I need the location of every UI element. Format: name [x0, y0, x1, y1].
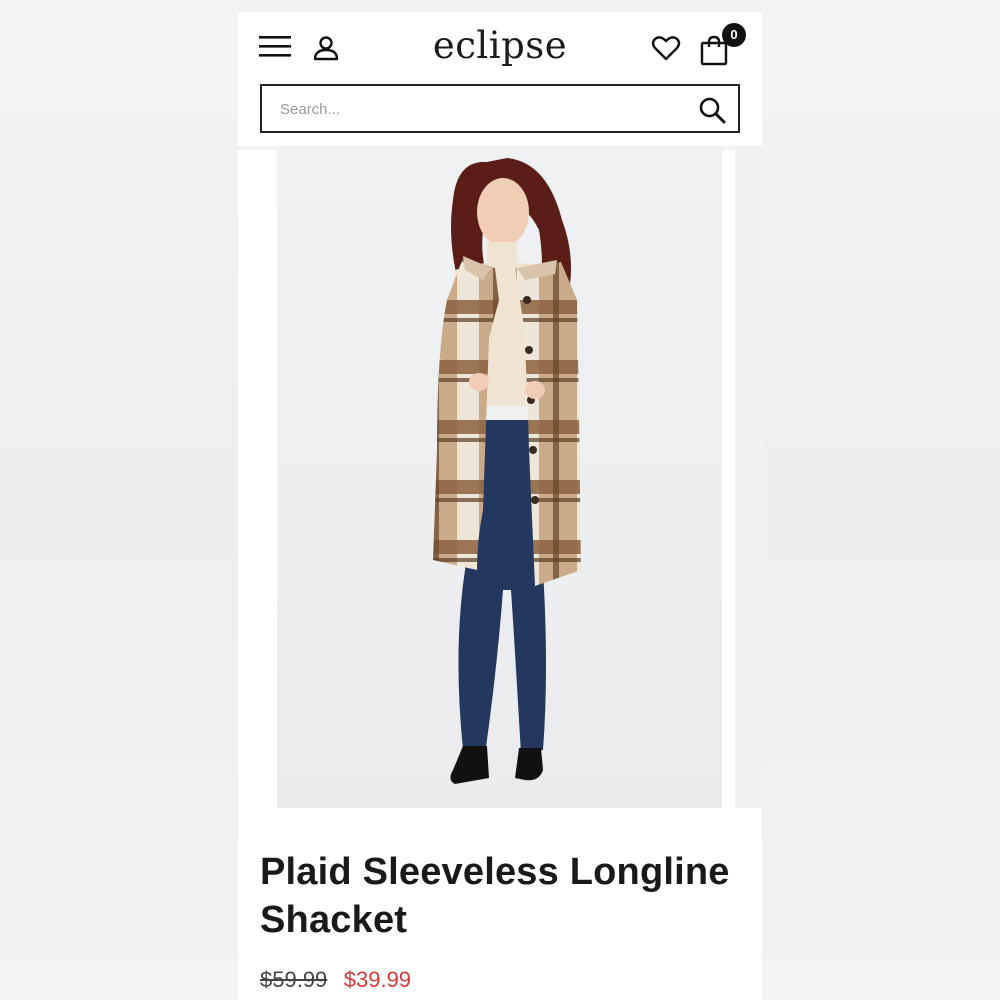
product-gallery[interactable] — [238, 150, 762, 812]
site-header: eclipse 0 — [238, 12, 762, 133]
previous-image-peek[interactable] — [238, 150, 276, 808]
background-left — [0, 0, 238, 1000]
search-input[interactable] — [280, 96, 680, 122]
next-image-peek[interactable] — [735, 150, 762, 808]
brand-logo[interactable]: eclipse — [378, 22, 622, 70]
search-bar — [260, 84, 740, 133]
model-illustration — [433, 158, 581, 784]
heart-icon[interactable] — [651, 34, 681, 62]
original-price: $59.99 — [260, 967, 328, 992]
product-title-line2: Shacket — [260, 899, 408, 941]
search-icon[interactable] — [698, 96, 726, 124]
menu-icon[interactable] — [259, 34, 293, 60]
sale-price: $39.99 — [343, 967, 412, 992]
product-image[interactable] — [277, 150, 722, 808]
background-right — [762, 0, 1000, 1000]
price-row: $59.99 $39.99 — [260, 967, 740, 999]
mobile-page: eclipse 0 Search... Plaid Sleeveless Lon… — [238, 12, 762, 1000]
product-title-line1: Plaid Sleeveless Longline — [260, 851, 730, 893]
product-title: Plaid Sleeveless Longline Shacket — [260, 848, 740, 944]
cart-count-badge[interactable]: 0 — [722, 23, 746, 47]
user-icon[interactable] — [312, 34, 340, 62]
